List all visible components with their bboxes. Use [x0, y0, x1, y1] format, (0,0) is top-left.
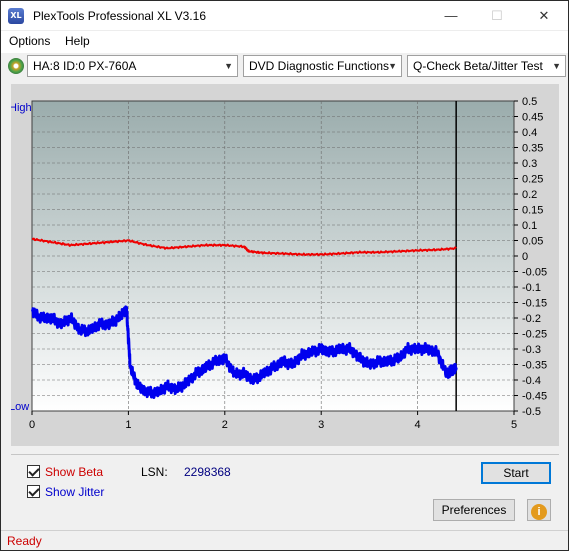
start-button[interactable]: Start	[481, 462, 551, 484]
x-tick-label: 5	[511, 419, 517, 431]
y-tick-label: -0.3	[522, 344, 541, 356]
low-label: Low	[11, 401, 29, 413]
menu-bar: Options Help	[1, 31, 568, 53]
y-tick-label: 0.15	[522, 205, 543, 217]
lsn-label: LSN:	[141, 465, 168, 479]
status-text: Ready	[7, 534, 42, 548]
y-tick-label: 0.05	[522, 236, 543, 248]
minimize-button[interactable]: —	[428, 1, 474, 31]
toolbar: HA:8 ID:0 PX-760A ▼ DVD Diagnostic Funct…	[1, 53, 568, 79]
y-tick-label: -0.15	[522, 298, 547, 310]
y-tick-label: -0.4	[522, 375, 541, 387]
y-tick-label: -0.5	[522, 406, 541, 418]
function-select[interactable]: DVD Diagnostic Functions ▼	[243, 55, 402, 77]
maximize-button[interactable]: ☐	[474, 1, 520, 31]
app-window: XL PlexTools Professional XL V3.16 — ☐ ✕…	[0, 0, 569, 551]
chevron-down-icon: ▼	[224, 61, 233, 71]
chevron-down-icon: ▼	[388, 61, 397, 71]
x-tick-label: 1	[125, 419, 131, 431]
test-select-value: Q-Check Beta/Jitter Test	[413, 59, 543, 73]
app-logo-icon: XL	[8, 8, 24, 24]
show-beta-label[interactable]: Show Beta	[45, 465, 103, 479]
menu-help[interactable]: Help	[65, 34, 90, 48]
function-select-value: DVD Diagnostic Functions	[249, 59, 390, 73]
disc-icon	[8, 58, 24, 74]
info-icon: i	[531, 504, 547, 520]
y-tick-label: 0.2	[522, 189, 537, 201]
x-tick-label: 3	[318, 419, 324, 431]
y-tick-label: 0.35	[522, 143, 543, 155]
y-tick-label: 0.45	[522, 112, 543, 124]
info-button[interactable]: i	[527, 499, 551, 521]
x-tick-label: 2	[222, 419, 228, 431]
chart-panel: 0 1 2 3 4 5 0.5 0.45 0.4 0.35 0.3 0.25 0.2 0.15 0.1 0.…	[9, 84, 559, 446]
high-label: High	[11, 102, 32, 114]
lsn-value: 2298368	[184, 465, 231, 479]
show-beta-checkbox[interactable]	[27, 465, 40, 478]
y-tick-label: -0.35	[522, 360, 547, 372]
y-tick-label: 0.4	[522, 127, 537, 139]
drive-select-value: HA:8 ID:0 PX-760A	[33, 59, 137, 73]
controls-panel: Show Beta Show Jitter LSN: 2298368 Start…	[11, 454, 559, 526]
y-tick-label: -0.05	[522, 267, 547, 279]
y-tick-label: 0.3	[522, 158, 537, 170]
drive-select[interactable]: HA:8 ID:0 PX-760A ▼	[27, 55, 238, 77]
y-tick-label: 0.1	[522, 220, 537, 232]
chevron-down-icon: ▼	[552, 61, 561, 71]
status-bar: Ready	[1, 530, 568, 550]
x-tick-label: 0	[29, 419, 35, 431]
show-jitter-label[interactable]: Show Jitter	[45, 485, 104, 499]
close-button[interactable]: ✕	[521, 1, 567, 31]
y-tick-label: 0.5	[522, 96, 537, 108]
y-tick-label: -0.25	[522, 329, 547, 341]
show-jitter-checkbox[interactable]	[27, 485, 40, 498]
window-title: PlexTools Professional XL V3.16	[33, 9, 206, 23]
y-tick-label: -0.1	[522, 282, 541, 294]
y-tick-label: -0.2	[522, 313, 541, 325]
jitter-beta-chart: 0 1 2 3 4 5 0.5 0.45 0.4 0.35 0.3 0.25 0.2 0.15 0.1 0.…	[9, 96, 547, 431]
menu-options[interactable]: Options	[9, 34, 50, 48]
title-bar[interactable]: XL PlexTools Professional XL V3.16 — ☐ ✕	[1, 1, 568, 31]
test-select[interactable]: Q-Check Beta/Jitter Test ▼	[407, 55, 566, 77]
x-tick-label: 4	[415, 419, 421, 431]
y-tick-label: -0.45	[522, 391, 547, 403]
preferences-button[interactable]: Preferences	[433, 499, 515, 521]
y-tick-label: 0.25	[522, 174, 543, 186]
y-tick-label: 0	[522, 251, 528, 263]
